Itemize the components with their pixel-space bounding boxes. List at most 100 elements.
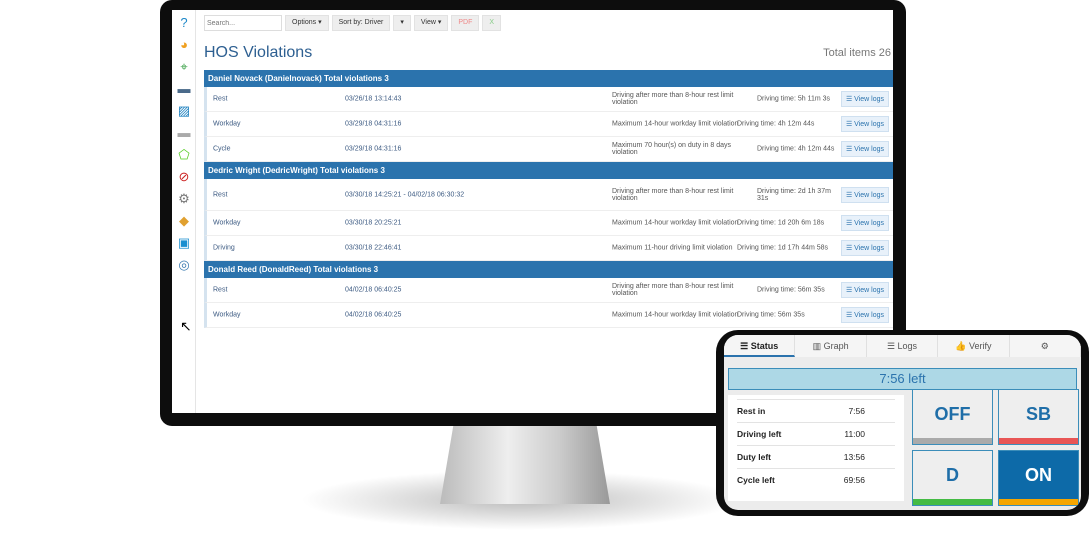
status-on-button[interactable]: ON — [998, 450, 1079, 506]
violation-type: Driving — [213, 244, 235, 252]
engine-icon[interactable]: ▬ — [176, 125, 192, 141]
violation-date: 03/26/18 13:14:43 — [345, 95, 402, 103]
marketplace-icon[interactable]: ◆ — [176, 213, 192, 229]
stat-label: Duty left — [737, 452, 771, 462]
sidebar: ? ◕ ⌖ ▬ ▨ ▬ ⬠ ⊘ ⚙ ◆ ▣ ◎ — [172, 10, 196, 413]
page-title: HOS Violations — [204, 44, 313, 61]
excel-export-button[interactable]: X — [482, 15, 502, 31]
violation-type: Workday — [213, 120, 241, 128]
stat-row: Duty left 13:56 — [737, 445, 895, 468]
view-logs-button[interactable]: ☰ View logs — [840, 282, 889, 298]
violation-date: 04/02/18 06:40:25 — [345, 311, 402, 319]
view-logs-button[interactable]: ☰ View logs — [840, 186, 889, 203]
violation-type: Rest — [213, 95, 228, 103]
table-row[interactable]: Rest 03/26/18 13:14:43 Driving after more … — [204, 87, 893, 112]
violation-type: Rest — [213, 191, 228, 198]
tab-3[interactable]: 👍 Verify — [938, 335, 1010, 357]
search-input[interactable] — [204, 15, 282, 31]
map-icon[interactable]: ⌖ — [176, 59, 192, 75]
table-row[interactable]: Workday 03/30/18 20:25:21 Maximum 14-hour … — [204, 211, 893, 236]
violation-type: Rest — [213, 286, 228, 294]
stat-label: Rest in — [737, 406, 766, 416]
button-label: ON — [1025, 465, 1052, 485]
button-label: D — [946, 465, 959, 485]
violation-date: 04/02/18 06:40:25 — [345, 286, 402, 294]
button-label: SB — [1025, 404, 1051, 424]
violation-date: 03/29/18 04:31:16 — [345, 145, 402, 153]
violation-description: Driving after more than 8-hour rest limi… — [612, 187, 734, 202]
monitor-stand — [440, 424, 610, 504]
pie-chart-icon[interactable]: ◕ — [176, 37, 192, 53]
violation-description: Maximum 70 hour(s) on duty in 8 days vio… — [612, 142, 732, 156]
view-logs-button[interactable]: ☰ View logs — [840, 240, 889, 256]
group-header[interactable]: Dedric Wright (DedricWright) Total viola… — [204, 162, 893, 179]
stat-value: 11:00 — [844, 429, 865, 439]
mouse-cursor-icon: ↖ — [180, 318, 192, 334]
activity-chart-icon[interactable]: ▨ — [176, 103, 192, 119]
view-logs-button[interactable]: ☰ View logs — [840, 116, 889, 132]
status-sb-button[interactable]: SB — [998, 389, 1079, 445]
driving-time: Driving time: 56m 35s — [737, 311, 805, 319]
phone-tabs: ☰ Status ▥ Graph ☰ Logs 👍 Verify ⚙ — [724, 335, 1081, 357]
status-off-button[interactable]: OFF — [912, 389, 993, 445]
violation-date: 03/29/18 04:31:16 — [345, 120, 402, 128]
stat-label: Driving left — [737, 429, 782, 439]
violation-description: Driving after more than 8-hour rest limi… — [612, 92, 734, 106]
stat-label: Cycle left — [737, 475, 775, 485]
stat-row: Driving left 11:00 — [737, 422, 895, 445]
view-button[interactable]: View ▾ — [413, 15, 449, 31]
status-color-bar — [999, 499, 1078, 505]
gear-icon[interactable]: ⚙ — [176, 191, 192, 207]
status-color-bar — [913, 438, 992, 444]
pdf-export-button[interactable]: PDF — [451, 15, 480, 31]
status-color-bar — [913, 499, 992, 505]
table-row[interactable]: Rest 03/30/18 14:25:21 - 04/02/18 06:30:3… — [204, 179, 893, 211]
stat-value: 13:56 — [843, 452, 865, 462]
status-d-button[interactable]: D — [912, 450, 993, 506]
help-icon[interactable]: ? — [176, 15, 192, 31]
truck-icon[interactable]: ▬ — [176, 81, 192, 97]
zone-icon[interactable]: ⬠ — [176, 147, 192, 163]
table-row[interactable]: Cycle 03/29/18 04:31:16 Maximum 70 hour(s)… — [204, 137, 893, 162]
violation-date: 03/30/18 20:25:21 — [345, 219, 402, 227]
violation-date: 03/30/18 22:46:41 — [345, 244, 402, 252]
table-row[interactable]: Rest 04/02/18 06:40:25 Driving after more … — [204, 278, 893, 303]
driving-time: Driving time: 56m 35s — [757, 286, 825, 294]
time-left-bar: 7:56 left — [728, 368, 1077, 390]
driving-time: Driving time: 5h 11m 3s — [757, 95, 831, 103]
table-row[interactable]: Workday 04/02/18 06:40:25 Maximum 14-hour … — [204, 303, 893, 328]
group-header[interactable]: Daniel Novack (Danielnovack) Total viola… — [204, 70, 893, 87]
tab-1[interactable]: ▥ Graph — [795, 335, 867, 357]
view-logs-button[interactable]: ☰ View logs — [840, 91, 889, 107]
view-logs-button[interactable]: ☰ View logs — [840, 307, 889, 323]
violation-description: Maximum 14-hour workday limit violation — [612, 219, 739, 227]
tab-4[interactable]: ⚙ — [1010, 335, 1081, 357]
tab-0[interactable]: ☰ Status — [724, 335, 796, 357]
view-logs-button[interactable]: ☰ View logs — [840, 141, 889, 157]
violation-description: Maximum 14-hour workday limit violation — [612, 120, 739, 128]
driving-time: Driving time: 1d 20h 6m 18s — [737, 219, 825, 227]
violation-type: Workday — [213, 219, 241, 227]
tab-2[interactable]: ☰ Logs — [867, 335, 939, 357]
driving-time: Driving time: 4h 12m 44s — [737, 120, 815, 128]
violation-description: Maximum 14-hour workday limit violation — [612, 311, 739, 319]
stat-value: 7:56 — [848, 406, 865, 416]
options-button[interactable]: Options ▾ — [285, 15, 329, 31]
stat-row: Cycle left 69:56 — [737, 468, 895, 491]
group-header[interactable]: Donald Reed (DonaldReed) Total violation… — [204, 261, 893, 278]
support-icon[interactable]: ◎ — [176, 257, 192, 273]
user-card-icon[interactable]: ▣ — [176, 235, 192, 251]
violation-type: Workday — [213, 311, 241, 319]
stat-value: 69:56 — [843, 475, 865, 485]
table-row[interactable]: Driving 03/30/18 22:46:41 Maximum 11-hour … — [204, 236, 893, 261]
status-color-bar — [999, 438, 1078, 444]
violation-type: Cycle — [213, 145, 231, 153]
sort-button[interactable]: Sort by: Driver — [331, 15, 391, 31]
table-row[interactable]: Workday 03/29/18 04:31:16 Maximum 14-hour … — [204, 112, 893, 137]
violation-date: 03/30/18 14:25:21 - 04/02/18 06:30:32 — [345, 191, 465, 198]
view-logs-button[interactable]: ☰ View logs — [840, 215, 889, 231]
toolbar: Options ▾ Sort by: Driver ▾ View ▾ PDF X — [204, 15, 502, 31]
sort-dropdown-button[interactable]: ▾ — [393, 15, 411, 31]
violation-description: Driving after more than 8-hour rest limi… — [612, 283, 734, 297]
block-icon[interactable]: ⊘ — [176, 169, 192, 185]
